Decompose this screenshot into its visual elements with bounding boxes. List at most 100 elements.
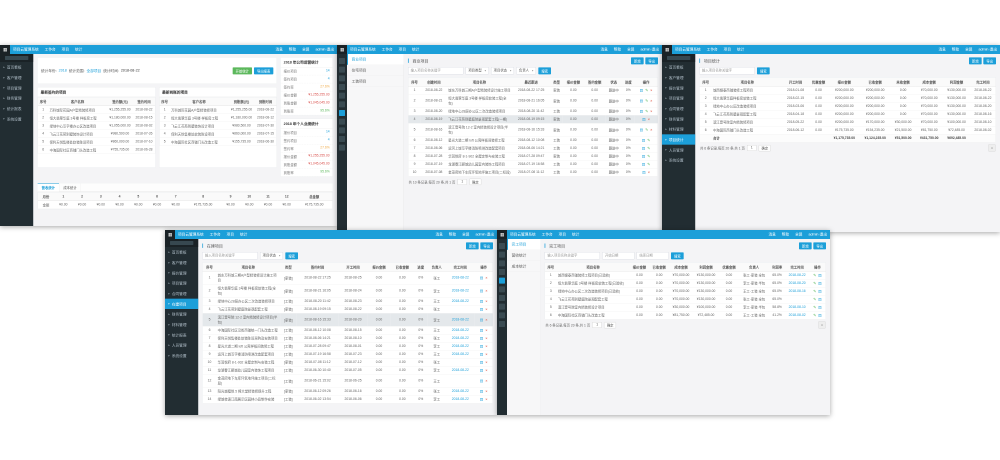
table-row[interactable]: 12018-08-22城东万科城三期A户型精装修设计施工项目2018-08-22… bbox=[408, 86, 658, 94]
sidebar-item[interactable]: ▸合同管理 bbox=[165, 288, 198, 298]
navbar-menu-item[interactable]: 项目 bbox=[59, 45, 72, 54]
view-icon[interactable]: ▤ bbox=[642, 138, 645, 142]
edit-icon[interactable]: ✎ bbox=[645, 99, 648, 103]
rail-menu-icon[interactable] bbox=[499, 278, 505, 284]
secondary-menu-item[interactable]: 营收统计 bbox=[507, 250, 540, 261]
rail-menu-icon[interactable] bbox=[339, 67, 345, 73]
navbar-menu-item[interactable]: 帮助 bbox=[286, 45, 299, 54]
view-icon[interactable]: ▤ bbox=[818, 281, 821, 285]
navbar-menu-item[interactable]: 工作台 bbox=[207, 230, 224, 239]
brand-logo-icon[interactable]: ▦ bbox=[662, 45, 672, 54]
search-input[interactable]: 输入项目名称关键字 bbox=[545, 252, 600, 259]
navbar-menu-item[interactable]: 消息 bbox=[272, 45, 285, 54]
del-icon[interactable]: × bbox=[485, 299, 487, 303]
go-page-button[interactable]: 确定 bbox=[759, 145, 771, 151]
table-row[interactable]: 9运河上城写字楼消防喷淋改造配套项目[工装]2018-07-19 16:5820… bbox=[202, 350, 492, 358]
navbar-menu-item[interactable]: 消息 bbox=[432, 230, 445, 239]
edit-icon[interactable]: ✎ bbox=[647, 154, 650, 158]
table-row[interactable]: 2恒大翡翠华庭样板房软装工程2018-02-150.00¥200,000.00¥… bbox=[699, 94, 995, 102]
navbar-menu-item[interactable]: 帮助 bbox=[446, 230, 459, 239]
table-row[interactable]: 12金茂府地下车库环氧地坪施工项目(二标段)[工装]2018-06-21 15:… bbox=[202, 374, 492, 387]
table-row[interactable]: 102018-07-08金茂府地下车库环氧地坪施工项目(二标段)2018-07-… bbox=[408, 168, 658, 176]
rail-menu-icon[interactable] bbox=[339, 84, 345, 90]
view-icon[interactable]: ▤ bbox=[818, 297, 821, 301]
table-row[interactable]: 10华润悦府 8-1-902 全屋定制与安装工程[家装]2018-07-08 1… bbox=[202, 358, 492, 366]
del-icon[interactable]: × bbox=[485, 379, 487, 383]
view-icon[interactable]: ▤ bbox=[480, 379, 483, 383]
date-input[interactable]: 结束日期 bbox=[637, 252, 669, 259]
navbar-menu-item[interactable]: 消息 bbox=[935, 45, 948, 54]
table-row[interactable]: 4保利天悦售楼处软装陈设项目¥860,000.002018-07-15 bbox=[159, 130, 276, 138]
del-icon[interactable]: × bbox=[485, 344, 487, 348]
del-icon[interactable]: × bbox=[485, 307, 487, 311]
edit-icon[interactable]: ✎ bbox=[813, 289, 816, 293]
navbar-menu-item[interactable]: 全屏 bbox=[792, 230, 805, 239]
view-icon[interactable]: ▤ bbox=[480, 389, 483, 393]
navbar-menu-item[interactable]: 全屏 bbox=[299, 45, 312, 54]
rail-menu-icon[interactable] bbox=[499, 269, 505, 275]
table-row[interactable]: 3绿地中心办公区改造装修项目2018-03-060.00¥200,000.00¥… bbox=[699, 102, 995, 110]
table-row[interactable]: 92018-07-19龙湖春江郦城幼儿园室内装饰工程项目2018-07-19 1… bbox=[408, 160, 658, 168]
page-input[interactable]: 1 bbox=[458, 179, 467, 185]
filter-year-value[interactable]: 2018 bbox=[59, 69, 67, 73]
export-button[interactable]: 导出 bbox=[813, 242, 826, 249]
tab[interactable]: 营收统计 bbox=[38, 183, 60, 191]
secondary-menu-item[interactable]: 工装项目 bbox=[347, 76, 404, 87]
sidebar-item[interactable]: ▸统计报表 bbox=[165, 330, 198, 340]
view-icon[interactable]: ▤ bbox=[640, 128, 643, 132]
sidebar-search[interactable] bbox=[667, 56, 690, 60]
sidebar-search[interactable] bbox=[170, 241, 193, 245]
edit-icon[interactable]: ✎ bbox=[647, 138, 650, 142]
view-icon[interactable]: ▤ bbox=[642, 170, 645, 174]
brand-logo-icon[interactable]: ▦ bbox=[337, 45, 347, 54]
table-row[interactable]: 11龙湖春江郦城幼儿园室内装饰工程项目[工装]2018-06-30 10:402… bbox=[202, 366, 492, 374]
rail-menu-icon[interactable] bbox=[499, 295, 505, 301]
table-row[interactable]: 8星光大道二期 loft 公寓样板间装修工程[工装]2018-07-28 09:… bbox=[202, 342, 492, 350]
table-row[interactable]: 5滨江壹号院室内精装修设计项目0.000.00¥30,000.00¥100,00… bbox=[545, 303, 826, 311]
search-button[interactable]: 搜索 bbox=[538, 67, 551, 74]
rail-menu-icon[interactable] bbox=[339, 58, 345, 64]
navbar-menu-item[interactable]: 全屏 bbox=[459, 230, 472, 239]
add-button[interactable]: 新增 bbox=[969, 57, 982, 64]
view-icon[interactable]: ▤ bbox=[480, 397, 483, 401]
table-row[interactable]: 4飞云江花苑别墅庭院景观配套工程0.000.00¥70,000.00¥130,0… bbox=[545, 295, 826, 303]
rail-menu-icon[interactable] bbox=[339, 127, 345, 133]
rail-menu-icon[interactable] bbox=[339, 93, 345, 99]
table-row[interactable]: 3绿地中心28层办公区二次改造装修项目[工装]2018-08-20 11:422… bbox=[202, 297, 492, 305]
navbar-menu-item[interactable]: 统计 bbox=[237, 230, 250, 239]
navbar-menu-item[interactable]: 项目云管理系统 bbox=[672, 45, 704, 54]
export-button[interactable]: 导出 bbox=[480, 242, 493, 249]
brand-logo-icon[interactable]: ▦ bbox=[165, 230, 175, 239]
sidebar-item[interactable]: ▸系统设置 bbox=[165, 350, 198, 360]
navbar-menu-item[interactable]: 项目云管理系统 bbox=[175, 230, 207, 239]
rail-menu-icon[interactable] bbox=[339, 101, 345, 107]
edit-icon[interactable]: ✎ bbox=[813, 313, 816, 317]
edit-icon[interactable]: ✎ bbox=[813, 281, 816, 285]
table-row[interactable]: 5滨江壹号院室内精装修项目2018-05-220.00¥200,000.00¥1… bbox=[699, 118, 995, 126]
edit-icon[interactable]: ✎ bbox=[647, 162, 650, 166]
del-icon[interactable]: × bbox=[485, 328, 487, 332]
navbar-menu-item[interactable]: admin·退出 bbox=[805, 230, 830, 239]
view-icon[interactable]: ▤ bbox=[480, 360, 483, 364]
search-button[interactable]: 搜索 bbox=[757, 67, 770, 74]
view-icon[interactable]: ▤ bbox=[480, 289, 483, 293]
sidebar-item[interactable]: ▸人员管理 bbox=[662, 145, 695, 155]
del-icon[interactable]: × bbox=[485, 352, 487, 356]
sidebar-item[interactable]: ▸项目管理 bbox=[662, 93, 695, 103]
filter-select[interactable]: 项目类型▾ bbox=[466, 67, 489, 74]
table-row[interactable]: 6中海国际社区商铺门头改造工程0.000.00¥81,750.00¥72,485… bbox=[545, 311, 826, 319]
del-icon[interactable]: × bbox=[485, 336, 487, 340]
rail-menu-icon[interactable] bbox=[339, 75, 345, 81]
del-icon[interactable]: × bbox=[485, 318, 487, 322]
sidebar-item[interactable]: ▸首页看板 bbox=[0, 62, 33, 72]
search-input[interactable]: 输入项目名称关键字 bbox=[699, 67, 754, 74]
sidebar-item[interactable]: ▸项目管理 bbox=[165, 278, 198, 288]
back-to-top-button[interactable]: ▴ bbox=[819, 322, 826, 329]
filter-time-value[interactable]: 2018-08-22 bbox=[121, 69, 140, 73]
navbar-menu-item[interactable]: 统计 bbox=[409, 45, 422, 54]
del-icon[interactable]: × bbox=[485, 389, 487, 393]
rail-menu-icon[interactable] bbox=[339, 119, 345, 125]
navbar-menu-item[interactable]: 项目云管理系统 bbox=[507, 230, 539, 239]
view-icon[interactable]: ▤ bbox=[818, 289, 821, 293]
table-row[interactable]: 5滨江壹号院 12-2 室内精装修设计项目(半包)[家装]2018-08-16 … bbox=[202, 313, 492, 326]
